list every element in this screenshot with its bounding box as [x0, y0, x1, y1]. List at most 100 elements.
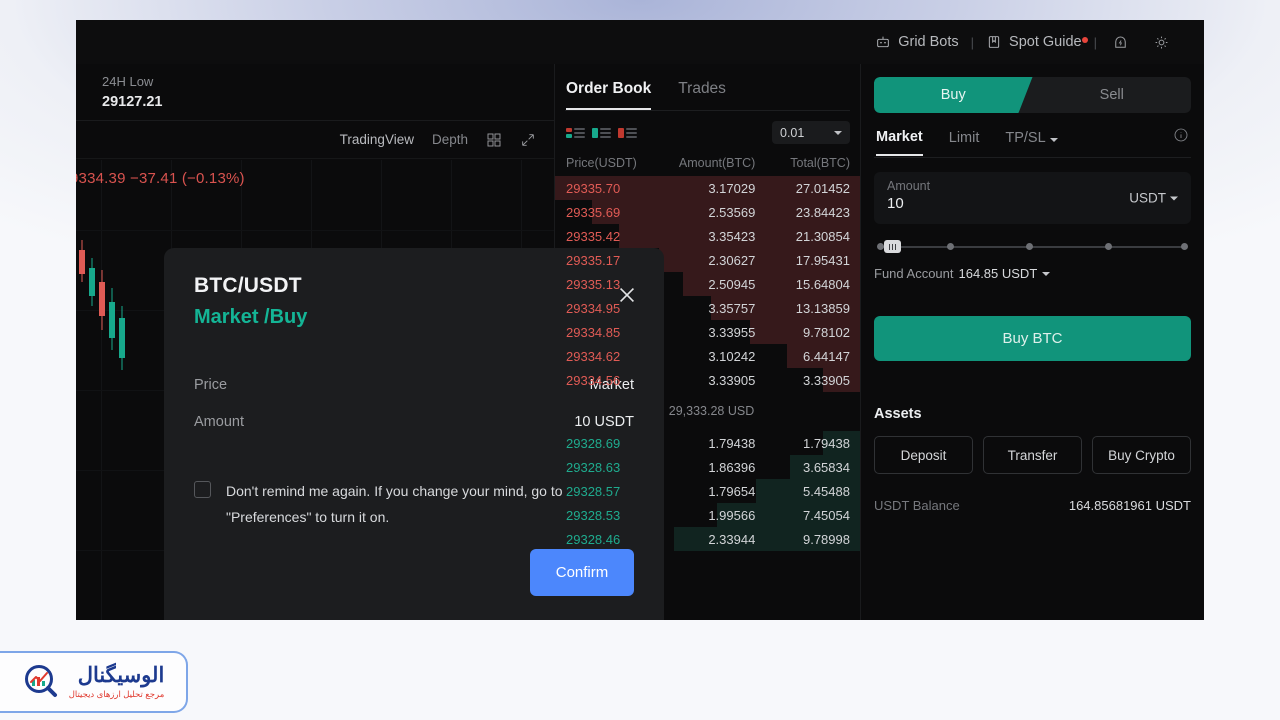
- row-total: 9.78102: [802, 324, 850, 340]
- row-amount: 2.53569: [708, 204, 756, 220]
- transfer-button[interactable]: Transfer: [983, 436, 1082, 474]
- row-amount: 1.79654: [708, 483, 756, 499]
- ticker-24h-low-value: 29127.21: [102, 94, 163, 110]
- info-circle-icon[interactable]: [1173, 127, 1189, 148]
- amount-percent-slider[interactable]: [874, 238, 1191, 256]
- tab-limit[interactable]: Limit: [949, 130, 980, 155]
- deposit-button[interactable]: Deposit: [874, 436, 973, 474]
- row-price: 29335.17: [566, 252, 621, 268]
- ticker-24h-low-label: 24H Low: [102, 74, 154, 89]
- row-total: 27.01452: [795, 180, 850, 196]
- buy-sell-toggle: Buy Sell: [874, 77, 1191, 113]
- buy-crypto-button[interactable]: Buy Crypto: [1092, 436, 1191, 474]
- order-book-row[interactable]: 29335.69 2.53569 23.84423: [555, 200, 860, 224]
- col-amount: Amount(BTC): [678, 156, 756, 170]
- row-total: 7.45054: [802, 507, 850, 523]
- top-navigation-bar: Grid Bots | Spot Guide |: [76, 20, 1204, 64]
- row-price: 29334.56: [566, 372, 621, 388]
- slider-node-0[interactable]: [877, 243, 884, 250]
- row-price: 29334.62: [566, 348, 621, 364]
- amount-input[interactable]: Amount 10 USDT: [874, 172, 1191, 224]
- row-total: 15.64804: [795, 276, 850, 292]
- slider-node-100[interactable]: [1181, 243, 1188, 250]
- chart-toolbar: TradingView Depth: [76, 121, 554, 159]
- settings-gear-icon[interactable]: [1141, 33, 1182, 52]
- expand-icon[interactable]: [520, 132, 536, 148]
- asks-only-icon[interactable]: [618, 126, 637, 140]
- row-total: 3.65834: [802, 459, 850, 475]
- bids-only-icon[interactable]: [592, 126, 611, 140]
- order-type-divider: [874, 157, 1191, 158]
- slider-node-50[interactable]: [1026, 243, 1034, 250]
- order-book-bids: 29328.69 1.79438 1.79438 29328.63 1.86396 3.6…: [555, 431, 860, 551]
- alert-bell-icon[interactable]: [1100, 33, 1141, 52]
- row-amount: 3.17029: [708, 180, 756, 196]
- chart-tab-depth[interactable]: Depth: [432, 132, 468, 147]
- order-book-column-headers: Price(USDT) Amount(BTC) Total(BTC): [555, 152, 860, 176]
- fund-account-row[interactable]: Fund Account 164.85 USDT: [874, 256, 1191, 281]
- row-price: 29335.69: [566, 204, 621, 220]
- sell-tab[interactable]: Sell: [1018, 77, 1191, 113]
- magnifier-chart-icon: [22, 662, 62, 702]
- slider-node-75[interactable]: [1105, 243, 1113, 250]
- row-amount: 3.10242: [708, 348, 756, 364]
- row-price: 29328.63: [566, 459, 621, 475]
- ticker-24h-low: 24H Low 29127.21: [102, 74, 162, 110]
- nav-grid-bots[interactable]: Grid Bots: [866, 34, 967, 50]
- grid-layout-icon[interactable]: [486, 132, 502, 148]
- ticker-strip: 24H Low 29127.21: [76, 64, 554, 121]
- order-type-tabs: Market Limit TP/SL: [874, 113, 1191, 157]
- row-total: 13.13859: [795, 300, 850, 316]
- trade-panel-column: Buy Sell Market Limit TP/SL Amount 10 US…: [861, 64, 1204, 620]
- amount-unit-select[interactable]: USDT: [1129, 191, 1178, 206]
- slider-handle[interactable]: [884, 240, 901, 253]
- assets-buttons: Deposit Transfer Buy Crypto: [874, 422, 1191, 474]
- row-amount: 2.50945: [708, 276, 756, 292]
- nav-separator-2: |: [1093, 34, 1097, 50]
- modal-price-label: Price: [194, 377, 228, 393]
- order-book-grouping-select[interactable]: 0.01: [772, 121, 850, 144]
- row-amount: 1.86396: [708, 459, 756, 475]
- chart-quote-label: 9334.39 −37.41 (−0.13%): [76, 170, 245, 187]
- modal-amount-value: 10 USDT: [574, 414, 634, 430]
- order-book-row[interactable]: 29335.70 3.17029 27.01452: [555, 176, 860, 200]
- nav-spot-guide-label: Spot Guide: [1009, 34, 1082, 50]
- watermark-text: الوسیگنال مرجع تحلیل ارزهای دیجیتال: [69, 664, 165, 700]
- chevron-down-icon: [834, 130, 842, 135]
- order-book-row[interactable]: 29335.42 3.35423 21.30854: [555, 224, 860, 248]
- tab-order-book[interactable]: Order Book: [566, 80, 652, 110]
- chevron-down-icon: [1170, 196, 1178, 200]
- row-total: 5.45488: [802, 483, 850, 499]
- last-price-usd: 29,333.28 USD: [668, 404, 755, 418]
- row-amount: 1.99566: [708, 507, 756, 523]
- row-total: 9.78998: [802, 531, 850, 547]
- amount-unit-label: USDT: [1129, 190, 1166, 206]
- col-price: Price(USDT): [566, 156, 637, 170]
- buy-btc-button[interactable]: Buy BTC: [874, 316, 1191, 361]
- order-book-layout-icons: [566, 126, 637, 140]
- order-book-grouping-value: 0.01: [780, 125, 805, 140]
- tab-tpsl[interactable]: TP/SL: [1005, 130, 1058, 155]
- both-sides-icon[interactable]: [566, 126, 585, 140]
- row-total: 1.79438: [802, 435, 850, 451]
- row-price: 29335.42: [566, 228, 621, 244]
- slider-node-25[interactable]: [946, 243, 954, 250]
- chart-tab-tradingview[interactable]: TradingView: [340, 132, 414, 147]
- modal-row-amount: Amount 10 USDT: [194, 414, 634, 430]
- buy-tab[interactable]: Buy: [874, 77, 1033, 113]
- nav-spot-guide[interactable]: Spot Guide: [977, 34, 1091, 50]
- fund-account-label: Fund Account: [874, 266, 954, 281]
- usdt-balance-label: USDT Balance: [874, 498, 960, 513]
- usdt-balance-row: USDT Balance 164.85681961 USDT: [874, 474, 1191, 513]
- row-price: 29334.95: [566, 300, 621, 316]
- confirm-button[interactable]: Confirm: [530, 549, 634, 596]
- nav-grid-bots-label: Grid Bots: [898, 34, 959, 50]
- dont-remind-checkbox[interactable]: [194, 481, 211, 498]
- row-amount: 2.30627: [708, 252, 756, 268]
- tab-market[interactable]: Market: [876, 129, 923, 156]
- tab-trades[interactable]: Trades: [678, 80, 726, 110]
- row-amount: 3.35423: [708, 228, 756, 244]
- row-total: 23.84423: [795, 204, 850, 220]
- assets-heading: Assets: [874, 406, 922, 422]
- row-amount: 2.33944: [708, 531, 756, 547]
